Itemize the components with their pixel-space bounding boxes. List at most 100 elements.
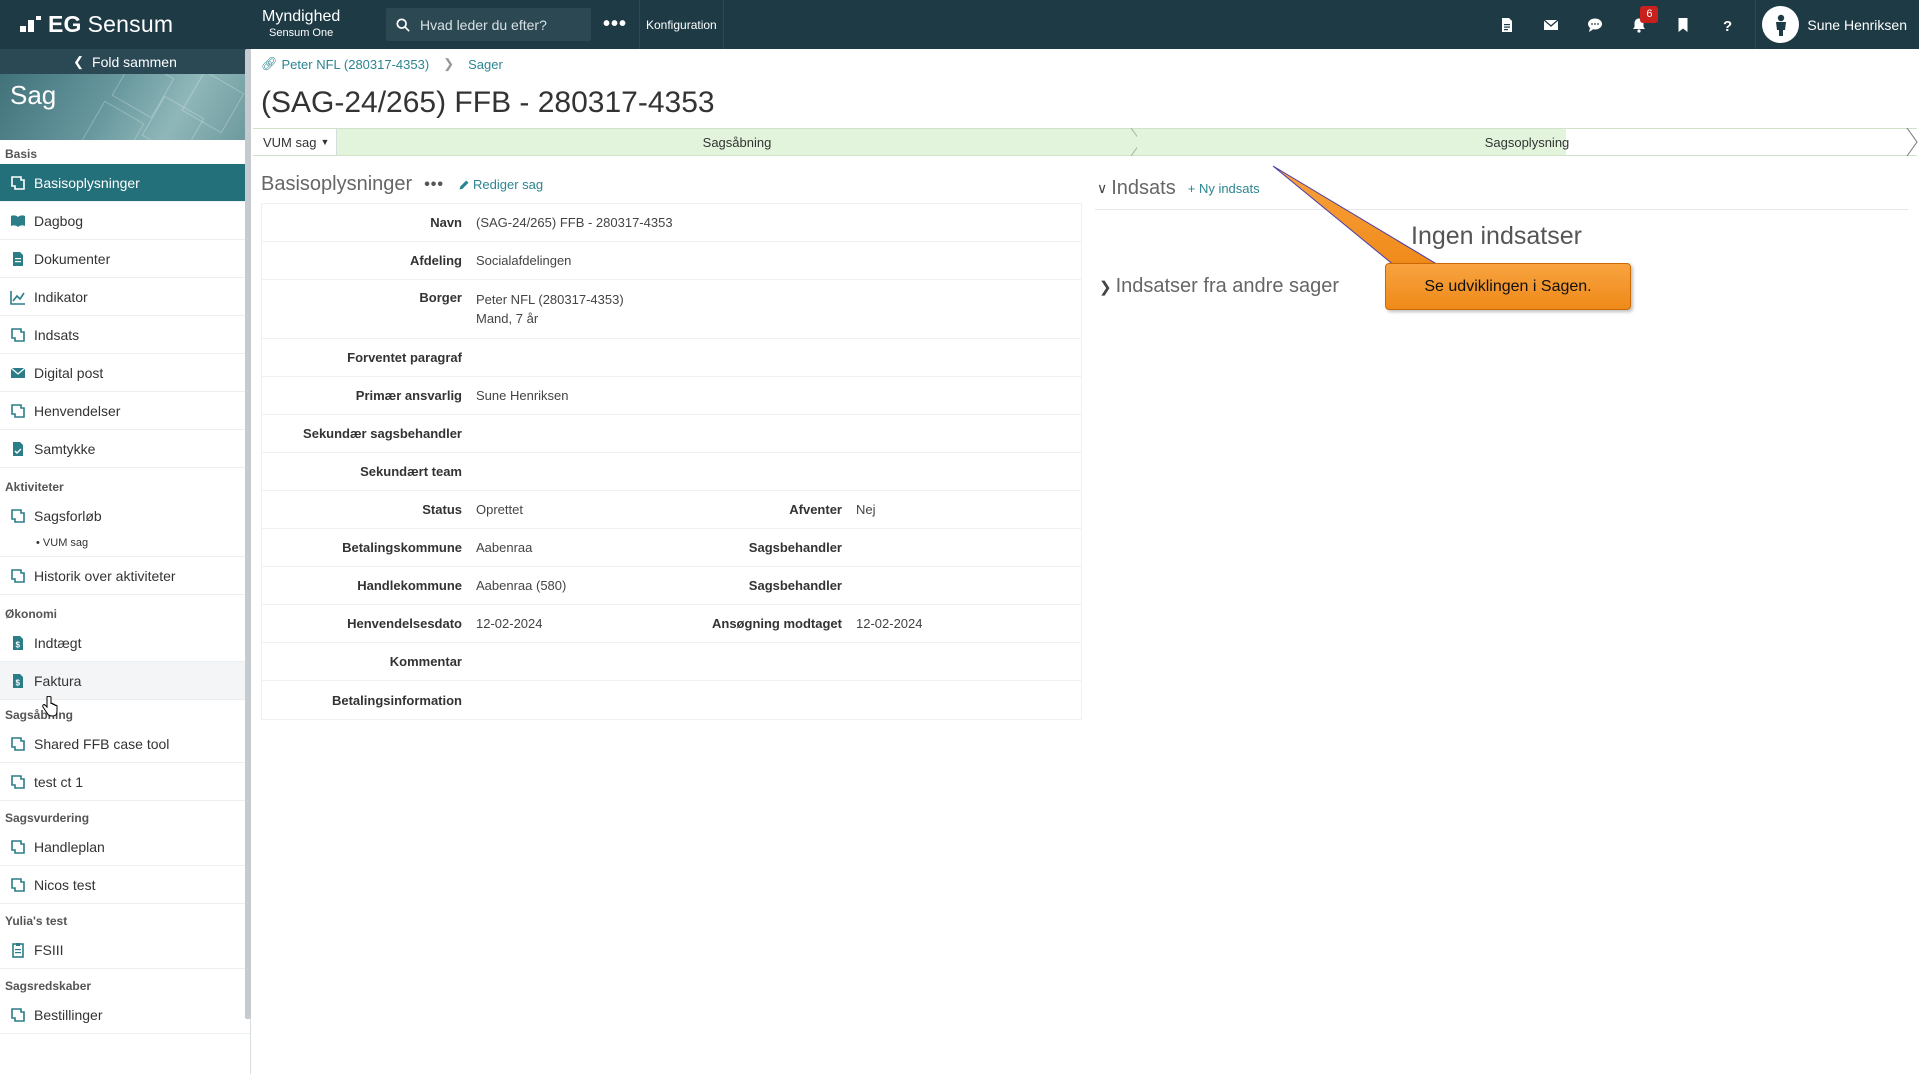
row-borger: Borger Peter NFL (280317-4353) Mand, 7 å… [262, 280, 1081, 339]
sidebar-item-handleplan[interactable]: Handleplan [0, 828, 250, 866]
person-icon [1775, 14, 1786, 36]
sidebar-item-label: Historik over aktiviteter [34, 567, 176, 584]
basis-more-icon[interactable]: ••• [424, 176, 444, 194]
sidebar-item-sagsforlob[interactable]: Sagsforløb [0, 497, 250, 535]
sidebar-item-dagbog[interactable]: Dagbog [0, 202, 250, 240]
sidebar-item-indsats[interactable]: Indsats [0, 316, 250, 354]
field-value: (SAG-24/265) FFB - 280317-4353 [476, 215, 673, 230]
sidebar-item-historik[interactable]: Historik over aktiviteter [0, 557, 250, 595]
row-handlekommune: Handlekommune Aabenraa (580) Sagsbehandl… [262, 567, 1081, 605]
sidebar-item-indtaegt[interactable]: $ Indtægt [0, 624, 250, 662]
chevron-right-icon: ❯ [1099, 278, 1112, 296]
sidebar-item-fsiii[interactable]: FSIII [0, 931, 250, 969]
sidebar-item-henvendelser[interactable]: Henvendelser [0, 392, 250, 430]
sidebar-subitem-vum-sag[interactable]: • VUM sag [0, 535, 250, 557]
sidebar-item-indikator[interactable]: Indikator [0, 278, 250, 316]
sidebar-item-shared-ffb[interactable]: Shared FFB case tool [0, 725, 250, 763]
sidebar-item-label: Indsats [34, 326, 80, 343]
edit-case-button[interactable]: Rediger sag [458, 177, 543, 192]
stage-end-icon [1906, 128, 1918, 156]
field-label: Sekundær sagsbehandler [303, 426, 462, 441]
citizen-details: Mand, 7 år [476, 311, 539, 326]
sidebar-item-label: Nicos test [34, 876, 96, 893]
case-type-dropdown[interactable]: VUM sag ▼ [253, 129, 337, 155]
sidebar-item-label: Bestillinger [34, 1006, 103, 1023]
sidebar: ❮ Fold sammen Sag Basis Basisoplysninger… [0, 49, 251, 1074]
row-status: Status Oprettet Afventer Nej [262, 491, 1081, 529]
field-value: Nej [856, 502, 876, 517]
configuration-link[interactable]: Konfiguration [639, 0, 724, 49]
user-menu[interactable]: Sune Henriksen [1755, 0, 1919, 49]
tooltip-callout: Se udviklingen i Sagen. [1385, 263, 1631, 310]
case-icon [10, 774, 26, 790]
sidebar-item-dokumenter[interactable]: Dokumenter [0, 240, 250, 278]
sidebar-item-label: Indtægt [34, 634, 82, 651]
search-input[interactable] [420, 16, 580, 33]
chevron-down-icon[interactable]: ∨ [1097, 180, 1107, 197]
process-bar: VUM sag ▼ Sagsåbning Sagsoplysning [253, 128, 1918, 156]
chevron-right-icon: ❯ [443, 56, 455, 71]
basis-header: Basisoplysninger ••• Rediger sag [261, 173, 543, 196]
svg-text:$: $ [16, 678, 21, 687]
field-label: Kommentar [389, 654, 462, 669]
sidebar-item-digital-post[interactable]: Digital post [0, 354, 250, 392]
case-icon [10, 839, 26, 855]
stage-sagsoplysning[interactable]: Sagsoplysning [1137, 129, 1917, 155]
notification-badge: 6 [1640, 6, 1659, 23]
bell-icon[interactable]: 6 [1617, 0, 1661, 49]
section-sagsvurdering: Sagsvurdering [5, 811, 90, 825]
field-value: Sune Henriksen [476, 388, 569, 403]
field-value: 12-02-2024 [856, 616, 923, 631]
edit-case-label: Rediger sag [473, 177, 544, 192]
sidebar-item-label: Indikator [34, 288, 88, 305]
stage-sagsabning[interactable]: Sagsåbning [337, 129, 1137, 155]
sidebar-item-test-ct[interactable]: test ct 1 [0, 763, 250, 801]
case-type-label: VUM sag [263, 134, 317, 150]
fold-sidebar-button[interactable]: ❮ Fold sammen [0, 49, 250, 74]
sidebar-item-label: FSIII [34, 941, 64, 958]
sidebar-item-faktura[interactable]: $ Faktura [0, 662, 250, 700]
chat-icon[interactable] [1573, 0, 1617, 49]
basis-title: Basisoplysninger [261, 173, 413, 195]
field-label: Betalingskommune [342, 540, 462, 555]
field-value: Oprettet [476, 502, 523, 517]
new-indsats-button[interactable]: + Ny indsats [1188, 181, 1260, 196]
sidebar-item-bestillinger[interactable]: Bestillinger [0, 996, 250, 1034]
other-cases-title: Indsatser fra andre sager [1115, 275, 1340, 297]
sidebar-item-nicos-test[interactable]: Nicos test [0, 866, 250, 904]
document-icon [10, 251, 26, 267]
sidebar-item-label: Handleplan [34, 838, 105, 855]
field-label: Handlekommune [357, 578, 462, 593]
field-label: Sagsbehandler [748, 578, 842, 593]
row-sekundaert-team: Sekundært team [262, 453, 1081, 491]
field-value: Aabenraa [476, 540, 533, 555]
consent-document-icon [10, 441, 26, 457]
sidebar-item-samtykke[interactable]: Samtykke [0, 430, 250, 468]
sidebar-item-label: Henvendelser [34, 402, 121, 419]
sidebar-item-label: Digital post [34, 364, 104, 381]
breadcrumb-citizen-link[interactable]: Peter NFL (280317-4353) [282, 57, 430, 72]
case-icon [10, 1007, 26, 1023]
indsats-header: ∨ Indsats + Ny indsats [1097, 177, 1260, 200]
brand-logo[interactable]: EG Sensum [0, 11, 262, 38]
breadcrumb-sager-link[interactable]: Sager [468, 57, 503, 72]
mail-icon[interactable] [1529, 0, 1573, 49]
section-basis: Basis [5, 147, 38, 161]
search-icon [396, 17, 410, 32]
clipboard-icon [10, 942, 26, 958]
sidebar-item-label: Samtykke [34, 440, 96, 457]
case-icon [10, 327, 26, 343]
app-switcher[interactable]: Myndighed Sensum One [262, 8, 386, 41]
global-search[interactable] [386, 8, 591, 41]
more-menu-icon[interactable]: ••• [591, 13, 639, 36]
sidebar-item-label: Dokumenter [34, 250, 111, 267]
case-icon [10, 508, 26, 524]
other-cases-indsats-toggle[interactable]: ❯ Indsatser fra andre sager [1099, 275, 1339, 298]
field-label: Afdeling [410, 253, 462, 268]
bookmark-icon[interactable] [1661, 0, 1705, 49]
help-icon[interactable]: ? [1705, 0, 1749, 49]
sidebar-item-label: Faktura [34, 672, 82, 689]
document-icon[interactable] [1485, 0, 1529, 49]
logo-mark-icon [20, 15, 41, 34]
sidebar-item-basisoplysninger[interactable]: Basisoplysninger [0, 164, 250, 202]
